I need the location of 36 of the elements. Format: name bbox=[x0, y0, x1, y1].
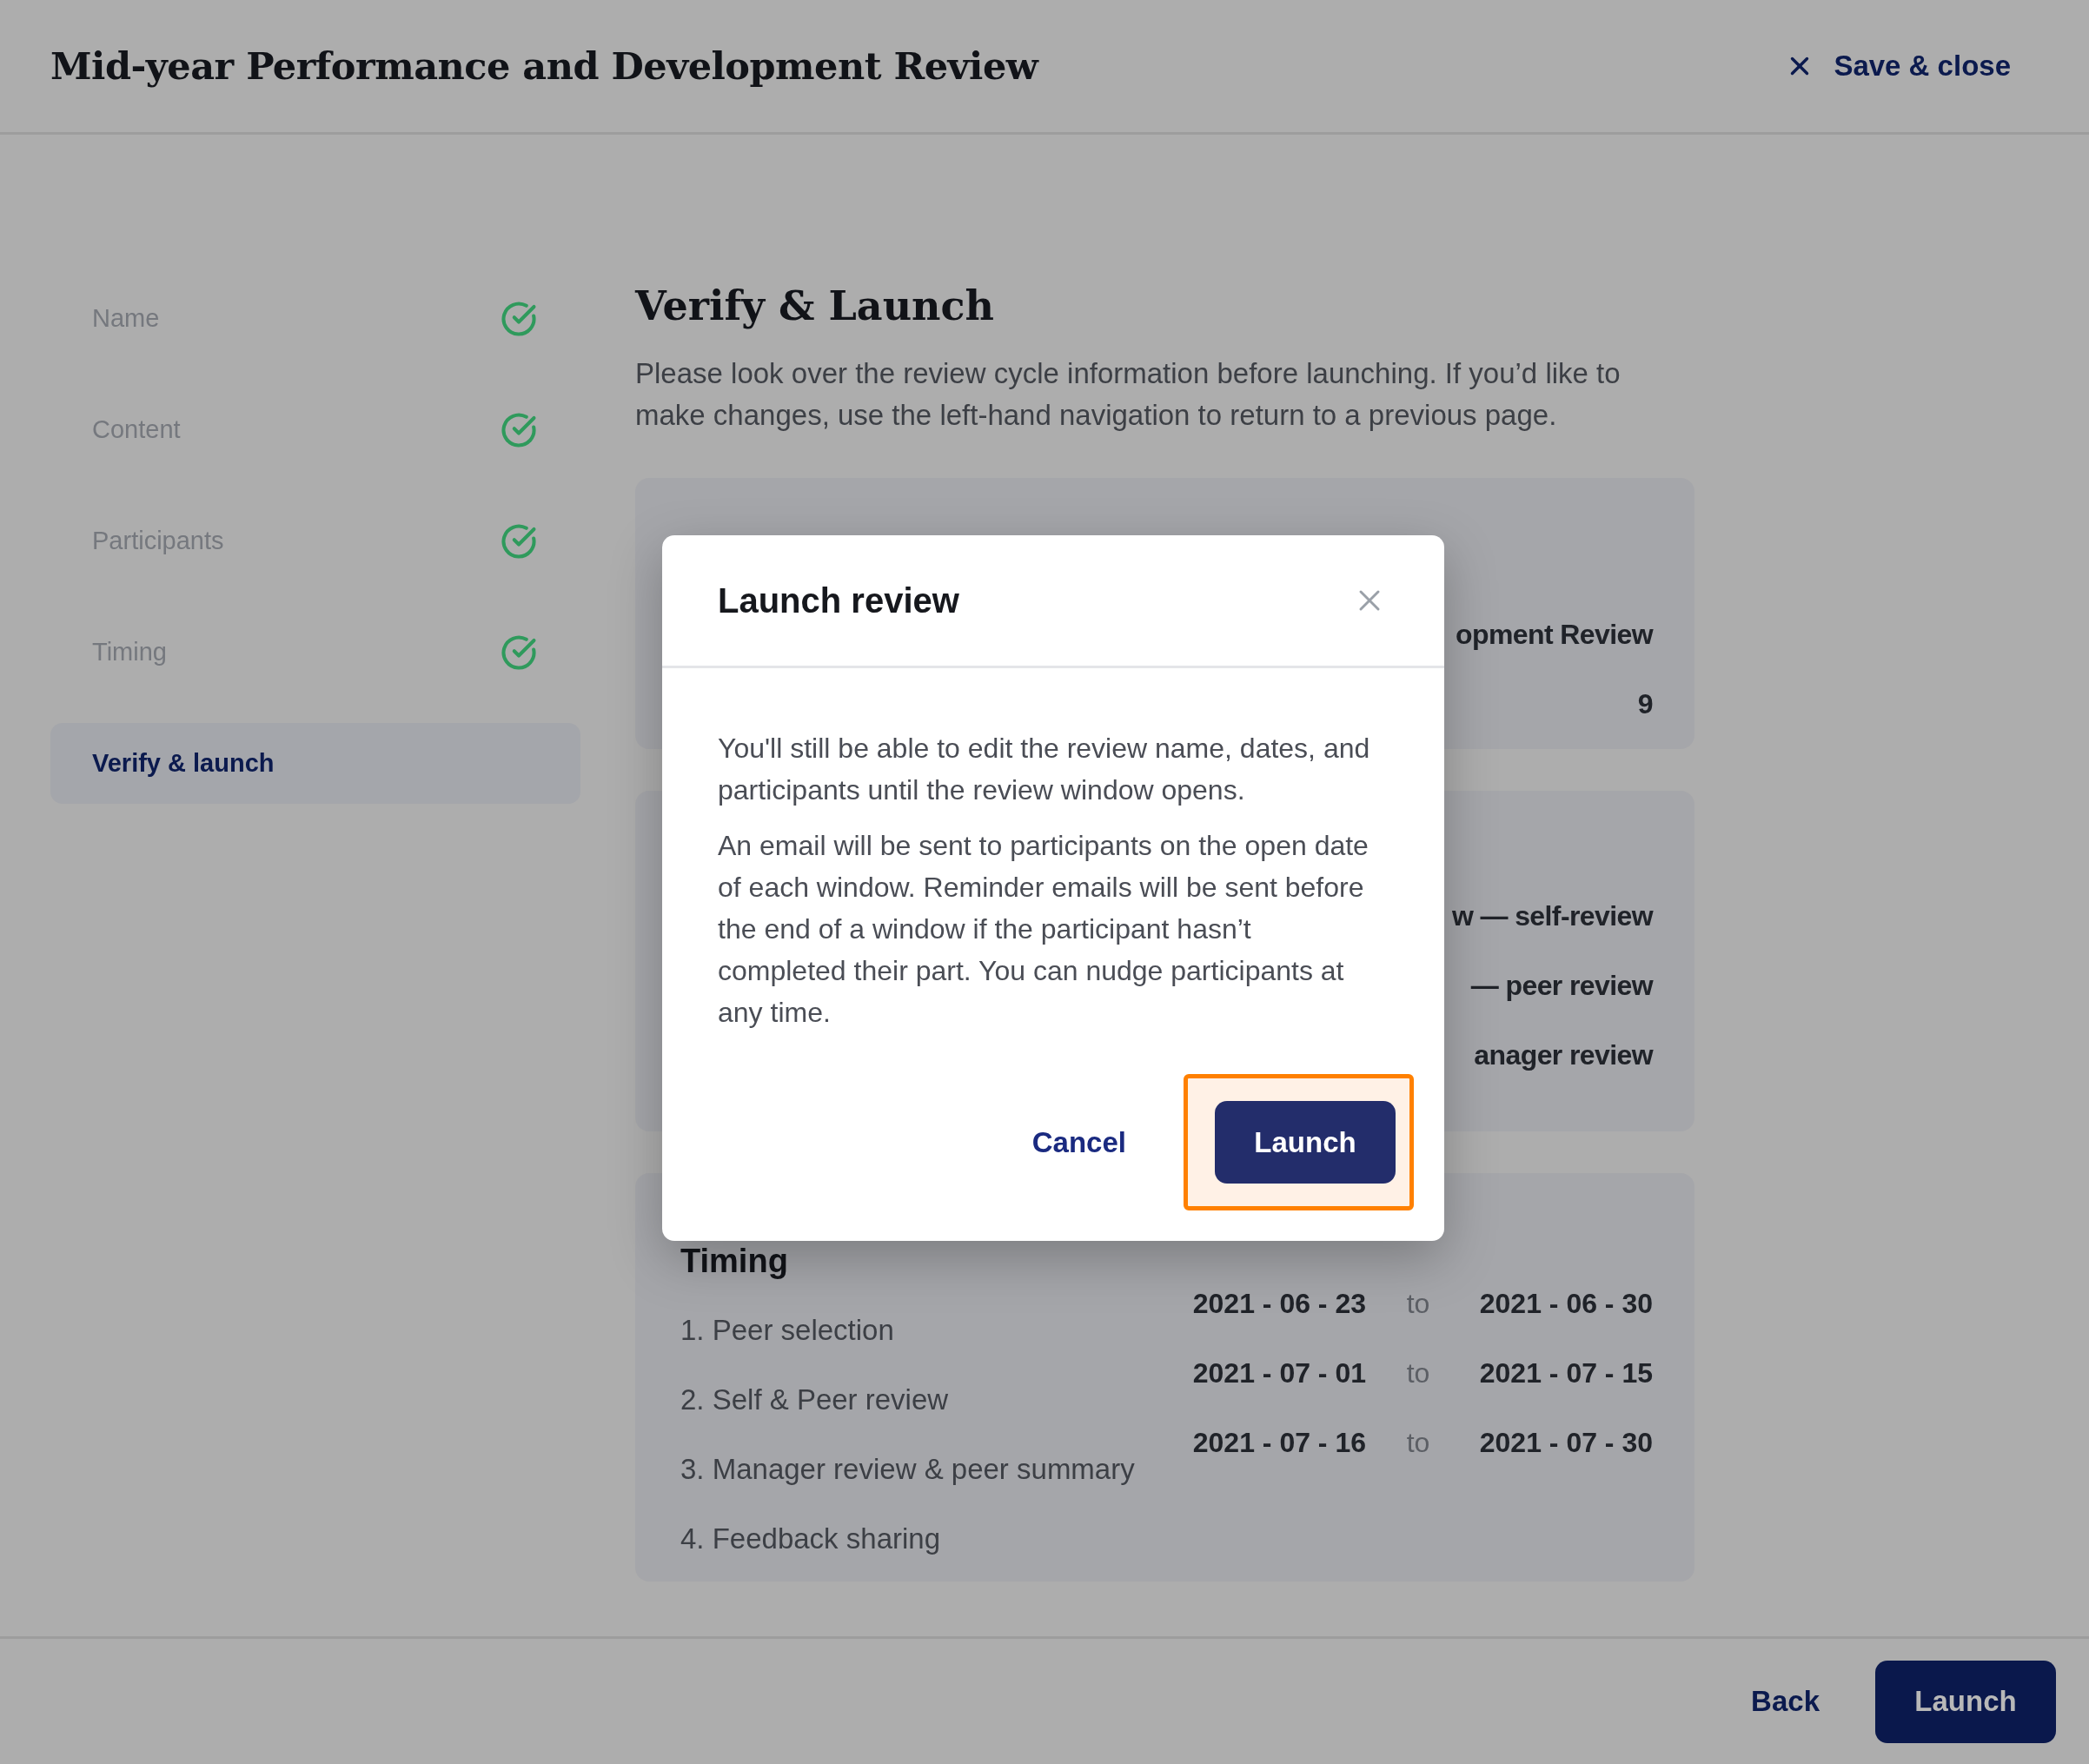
step-label: Name bbox=[92, 304, 160, 333]
phase-label: 4. Feedback sharing bbox=[680, 1522, 941, 1556]
step-label: Content bbox=[92, 415, 181, 444]
date-separator: to bbox=[1405, 1356, 1431, 1389]
start-date: 2021 - 07 - 16 bbox=[1191, 1426, 1366, 1459]
step-label: Verify & launch bbox=[92, 749, 275, 778]
launch-button[interactable]: Launch bbox=[1875, 1660, 2056, 1743]
start-date: 2021 - 07 - 01 bbox=[1191, 1356, 1366, 1389]
dialog-text: You'll still be able to edit the review name, dates, and participants until the review window opens. bbox=[718, 732, 1371, 807]
cancel-button[interactable]: Cancel bbox=[1031, 1125, 1126, 1159]
end-date: 2021 - 07 - 30 bbox=[1478, 1426, 1653, 1459]
card-value: — peer review bbox=[1470, 969, 1653, 1003]
card-value: 9 bbox=[1637, 687, 1653, 721]
phase-label: 2. Self & Peer review bbox=[680, 1383, 950, 1417]
dialog-text: An email will be sent to participants on the open date of each window. Reminder emails will be sent before the end of a window if the participant hasn’t completed their part. You can nudge participants at any time. bbox=[718, 829, 1369, 1030]
back-button[interactable]: Back bbox=[1751, 1685, 1820, 1718]
section-heading: Verify & Launch bbox=[635, 282, 995, 331]
step-label: Timing bbox=[92, 638, 167, 666]
card-value: opment Review bbox=[1456, 618, 1653, 652]
end-date: 2021 - 06 - 30 bbox=[1478, 1287, 1653, 1320]
page-title: Mid-year Performance and Development Review bbox=[50, 44, 1038, 88]
timing-heading: Timing bbox=[680, 1242, 789, 1281]
step-label: Participants bbox=[92, 527, 224, 555]
save-close-button[interactable]: Save & close bbox=[1785, 50, 2011, 83]
card-value: anager review bbox=[1474, 1038, 1653, 1072]
date-separator: to bbox=[1405, 1426, 1431, 1459]
step-item[interactable]: Verify & launch bbox=[50, 723, 580, 804]
launch-button[interactable]: Launch bbox=[1215, 1101, 1396, 1184]
dialog-title: Launch review bbox=[718, 580, 959, 620]
date-separator: to bbox=[1405, 1287, 1431, 1320]
phase-label: 3. Manager review & peer summary bbox=[680, 1453, 1136, 1487]
card-value: w — self-review bbox=[1451, 899, 1653, 933]
end-date: 2021 - 07 - 15 bbox=[1478, 1356, 1653, 1389]
start-date: 2021 - 06 - 23 bbox=[1191, 1287, 1366, 1320]
phase-label: 1. Peer selection bbox=[680, 1314, 895, 1348]
intro-text: Please look over the review cycle information before launching. If you’d like to make changes, use the left-hand navigation to return to a previous page. bbox=[635, 356, 1621, 433]
